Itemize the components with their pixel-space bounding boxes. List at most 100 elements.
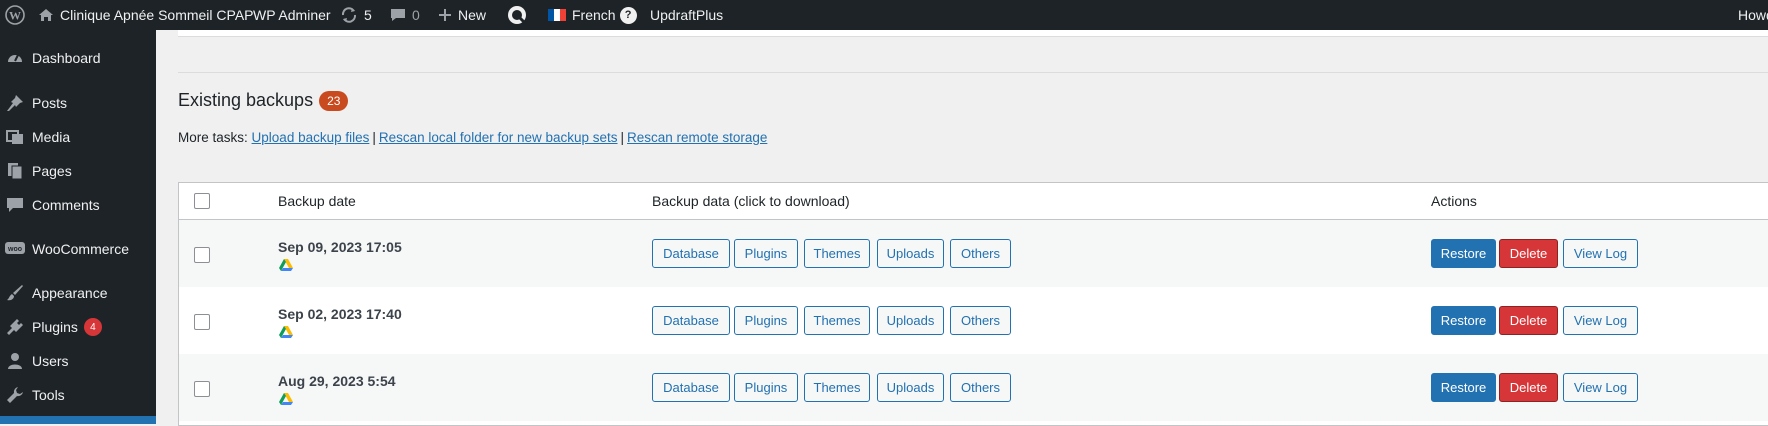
refresh-icon	[340, 6, 358, 24]
google-drive-icon	[279, 259, 293, 271]
upload-backup-files-link[interactable]: Upload backup files	[252, 130, 370, 145]
table-row: Sep 02, 2023 17:40 Database Plugins Themes U…	[179, 287, 1768, 354]
svg-text:W: W	[9, 9, 21, 23]
download-database-button[interactable]: Database	[652, 373, 730, 402]
download-plugins-button[interactable]: Plugins	[734, 306, 798, 335]
download-themes-button[interactable]: Themes	[804, 373, 870, 402]
plus-icon	[438, 8, 452, 22]
view-log-button[interactable]: View Log	[1563, 373, 1638, 402]
language-switcher[interactable]: French ?	[548, 0, 637, 30]
sidebar-item-woocommerce[interactable]: woo WooCommerce	[0, 234, 156, 264]
sidebar-item-label: Dashboard	[32, 50, 101, 66]
updates-link[interactable]: 5	[340, 0, 372, 30]
sidebar-item-tools[interactable]: Tools	[0, 380, 156, 410]
home-icon	[38, 7, 54, 23]
site-name-link[interactable]: Clinique Apnée Sommeil CPAP	[38, 0, 254, 30]
sidebar-item-label: Appearance	[32, 285, 108, 301]
table-row: Aug 29, 2023 5:54 Database Plugins Themes Up…	[179, 354, 1768, 421]
woo-icon: woo	[5, 239, 25, 259]
sidebar-item-label: Comments	[32, 197, 100, 213]
delete-button[interactable]: Delete	[1499, 373, 1558, 402]
french-flag-icon	[548, 9, 566, 21]
comment-icon	[5, 195, 25, 215]
more-tasks-label: More tasks:	[178, 130, 248, 145]
updraftplus-link[interactable]: UpdraftPlus	[650, 0, 723, 30]
sidebar-item-label: Tools	[32, 387, 65, 403]
view-log-button[interactable]: View Log	[1563, 306, 1638, 335]
brush-icon	[5, 283, 25, 303]
sidebar-item-label: Pages	[32, 163, 72, 179]
restore-button[interactable]: Restore	[1431, 239, 1496, 268]
view-log-button[interactable]: View Log	[1563, 239, 1638, 268]
google-drive-icon	[279, 326, 293, 338]
sidebar-item-appearance[interactable]: Appearance	[0, 278, 156, 308]
user-icon	[5, 351, 25, 371]
comments-link[interactable]: 0	[390, 0, 420, 30]
download-others-button[interactable]: Others	[950, 306, 1011, 335]
rescan-local-folder-link[interactable]: Rescan local folder for new backup sets	[379, 130, 618, 145]
sidebar-item-label: Plugins	[32, 319, 78, 335]
sidebar-item-plugins[interactable]: Plugins 4	[0, 312, 156, 342]
comment-bubble-icon	[390, 7, 406, 23]
rescan-remote-storage-link[interactable]: Rescan remote storage	[627, 130, 767, 145]
column-backup-date: Backup date	[278, 193, 356, 209]
delete-button[interactable]: Delete	[1499, 239, 1558, 268]
table-row: Sep 09, 2023 17:05 Database Plugins Themes U…	[179, 220, 1768, 287]
separator: |	[620, 130, 625, 145]
row-checkbox[interactable]	[194, 247, 210, 263]
updraftplus-label: UpdraftPlus	[650, 7, 724, 23]
pages-icon	[5, 161, 25, 181]
backup-date: Aug 29, 2023 5:54	[278, 373, 396, 389]
admin-bar: W Clinique Apnée Sommeil CPAP WP Adminer…	[0, 0, 1768, 30]
new-content-link[interactable]: New	[438, 0, 486, 30]
sidebar-item-comments[interactable]: Comments	[0, 190, 156, 220]
backup-date: Sep 09, 2023 17:05	[278, 239, 402, 255]
more-tasks: More tasks: Upload backup files | Rescan l…	[178, 130, 767, 145]
download-others-button[interactable]: Others	[950, 373, 1011, 402]
sidebar-item-posts[interactable]: Posts	[0, 88, 156, 118]
sidebar-item-users[interactable]: Users	[0, 346, 156, 376]
query-monitor-icon[interactable]	[506, 0, 528, 30]
download-uploads-button[interactable]: Uploads	[877, 306, 944, 335]
sidebar-item-pages[interactable]: Pages	[0, 156, 156, 186]
help-icon[interactable]: ?	[619, 6, 637, 24]
download-database-button[interactable]: Database	[652, 306, 730, 335]
existing-backups-table: Backup date Backup data (click to downlo…	[178, 182, 1768, 426]
sidebar-item-label: WooCommerce	[32, 241, 129, 257]
select-all-checkbox[interactable]	[194, 193, 210, 209]
download-themes-button[interactable]: Themes	[804, 306, 870, 335]
howdy-label: Howd	[1738, 7, 1768, 23]
download-plugins-button[interactable]: Plugins	[734, 239, 798, 268]
admin-sidebar: Dashboard Posts Media Pages Comments woo…	[0, 30, 156, 424]
wordpress-logo-icon[interactable]: W	[5, 0, 25, 30]
download-themes-button[interactable]: Themes	[804, 239, 870, 268]
google-drive-icon	[279, 393, 293, 405]
sidebar-item-label: Users	[32, 353, 69, 369]
svg-text:woo: woo	[7, 246, 22, 253]
download-plugins-button[interactable]: Plugins	[734, 373, 798, 402]
restore-button[interactable]: Restore	[1431, 373, 1496, 402]
wp-adminer-link[interactable]: WP Adminer	[253, 0, 331, 30]
row-checkbox[interactable]	[194, 381, 210, 397]
restore-button[interactable]: Restore	[1431, 306, 1496, 335]
pin-icon	[5, 93, 25, 113]
plugins-update-badge: 4	[83, 318, 102, 336]
download-others-button[interactable]: Others	[950, 239, 1011, 268]
sidebar-item-dashboard[interactable]: Dashboard	[0, 43, 156, 73]
sidebar-item-media[interactable]: Media	[0, 122, 156, 152]
previous-section-edge	[178, 30, 1768, 37]
column-backup-data: Backup data (click to download)	[652, 193, 850, 209]
download-database-button[interactable]: Database	[652, 239, 730, 268]
download-uploads-button[interactable]: Uploads	[877, 373, 944, 402]
wp-adminer-label: WP Adminer	[253, 7, 331, 23]
column-actions: Actions	[1431, 193, 1477, 209]
download-uploads-button[interactable]: Uploads	[877, 239, 944, 268]
dashboard-icon	[5, 48, 25, 68]
howdy-link[interactable]: Howd	[1738, 0, 1768, 30]
existing-backups-title: Existing backups	[178, 90, 314, 110]
media-icon	[5, 127, 25, 147]
delete-button[interactable]: Delete	[1499, 306, 1558, 335]
sidebar-active-item[interactable]	[0, 416, 156, 424]
row-checkbox[interactable]	[194, 314, 210, 330]
existing-backups-heading: Existing backups 23	[178, 90, 349, 111]
